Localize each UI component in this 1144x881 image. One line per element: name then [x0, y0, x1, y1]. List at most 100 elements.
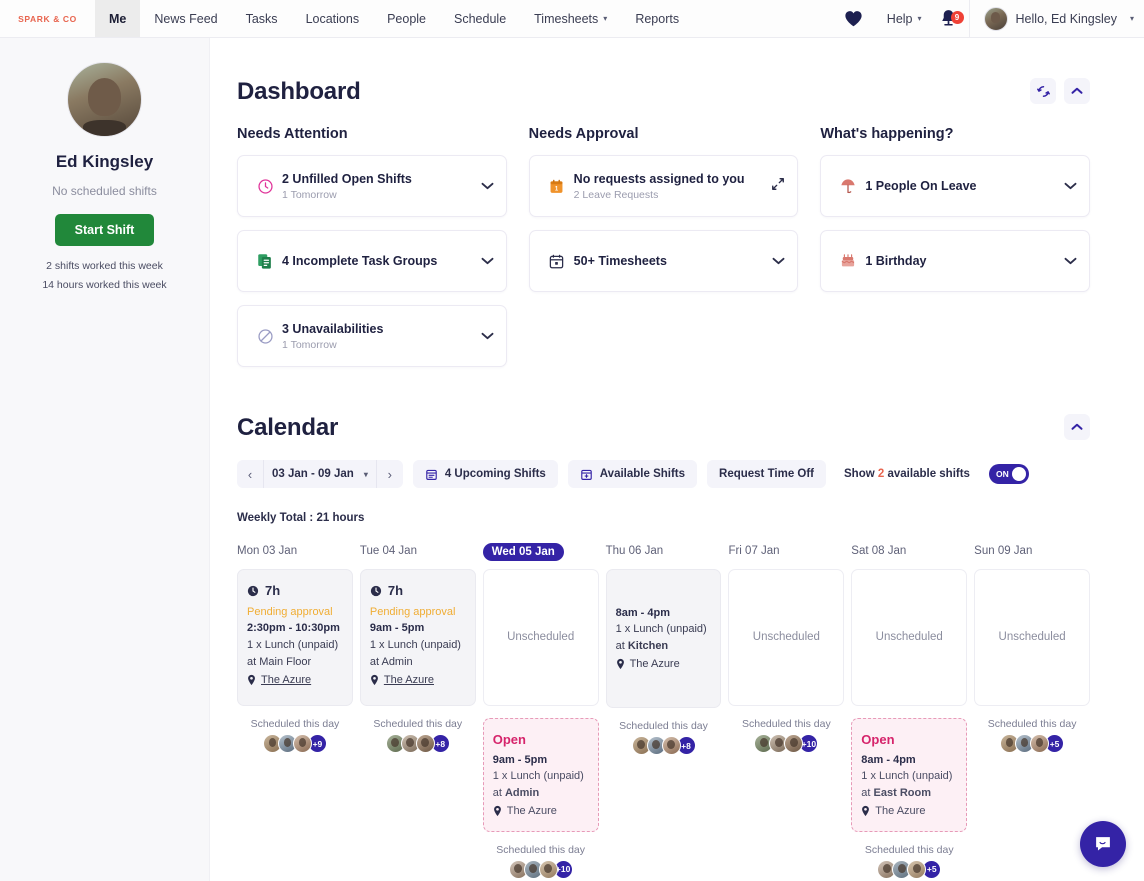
nav-item-timesheets[interactable]: Timesheets ▾ [520, 0, 621, 37]
available-shifts-label: Available Shifts [599, 468, 686, 480]
open-shift-time: 8am - 4pm [861, 753, 916, 766]
open-shift-body: 9am - 5pm 1 x Lunch (unpaid) at Admin The A… [493, 752, 589, 820]
avatar[interactable] [661, 736, 681, 755]
avatar[interactable] [1030, 734, 1050, 753]
scheduled-this-day: Scheduled this day +8 [360, 718, 476, 753]
card-incomplete-task-groups[interactable]: 4 Incomplete Task Groups [237, 230, 507, 292]
avatar[interactable] [538, 859, 558, 879]
request-time-off-button[interactable]: Request Time Off [707, 460, 827, 488]
shift-location[interactable]: The Azure [247, 672, 343, 689]
card-timesheets[interactable]: 50+ Timesheets [528, 230, 799, 292]
nav-item-schedule[interactable]: Schedule [440, 0, 520, 37]
expand-icon[interactable] [765, 177, 785, 196]
nav-item-locations[interactable]: Locations [292, 0, 374, 37]
shift-location-label: The Azure [383, 673, 434, 686]
nav-item-news-feed[interactable]: News Feed [140, 0, 231, 37]
day-header: Sat 08 Jan [851, 545, 907, 557]
shift-status: Pending approval [369, 605, 456, 618]
shift-break: 1 x Lunch (unpaid) [369, 639, 461, 652]
day-header: Mon 03 Jan [237, 545, 298, 557]
brand-logo[interactable]: SPARK & CO [0, 0, 95, 37]
shift-card-unscheduled[interactable]: Unscheduled [728, 569, 845, 706]
birthday-cake-icon [833, 252, 863, 270]
shift-card-scheduled[interactable]: 7h Pending approval 9am - 5pm 1 x Lunch (un… [359, 569, 476, 706]
shift-card-scheduled[interactable]: 8am - 4pm 1 x Lunch (unpaid) at Kitchen The… [605, 569, 722, 708]
location-pin-icon [248, 674, 255, 686]
scheduled-this-day: Scheduled this day +5 [974, 718, 1090, 753]
shift-card-unscheduled[interactable]: Unscheduled [482, 569, 599, 706]
shift-duration: 7h [370, 581, 466, 601]
card-leave-requests[interactable]: 1 No requests assigned to you 2 Leave Re… [528, 155, 799, 217]
shift-location[interactable]: The Azure [616, 656, 712, 673]
upcoming-shifts-button[interactable]: 4 Upcoming Shifts [412, 460, 558, 488]
beach-umbrella-icon [833, 177, 863, 195]
upcoming-shifts-label: 4 Upcoming Shifts [444, 468, 546, 480]
card-title: No requests assigned to you [573, 171, 745, 186]
open-shift-title: Open [861, 732, 895, 747]
shift-card-body: 8am - 4pm 1 x Lunch (unpaid) at Kitchen The… [616, 581, 712, 696]
collapse-dashboard-button[interactable] [1064, 78, 1090, 104]
card-unavailabilities[interactable]: 3 Unavailabilities 1 Tomorrow [237, 305, 507, 367]
chevron-down-icon[interactable] [766, 252, 785, 270]
refresh-button[interactable] [1030, 78, 1056, 104]
avatar[interactable] [907, 859, 927, 879]
chevron-down-icon[interactable] [475, 327, 494, 345]
available-shifts-button[interactable]: Available Shifts [567, 460, 698, 488]
shift-card-unscheduled[interactable]: Unscheduled [974, 569, 1091, 706]
chevron-down-icon[interactable] [1058, 177, 1077, 195]
avatar[interactable] [784, 734, 804, 753]
scheduled-this-day: Scheduled this day +8 [606, 720, 722, 755]
location-pin-icon [493, 806, 501, 817]
column-whats-happening: What's happening? 1 People On Leave 1 Bi… [820, 126, 1091, 380]
clock-icon [247, 585, 259, 597]
shift-card-scheduled[interactable]: 7h Pending approval 2:30pm - 10:30pm 1 x Lu… [237, 569, 353, 706]
start-shift-button[interactable]: Start Shift [54, 214, 155, 246]
shift-location[interactable]: The Azure [370, 672, 466, 689]
avatar[interactable] [292, 734, 312, 753]
notifications-button[interactable]: 9 [932, 9, 969, 28]
card-subtitle: 1 Tomorrow [282, 189, 337, 202]
favorites-button[interactable] [830, 10, 877, 27]
open-shift-location[interactable]: The Azure [861, 803, 957, 820]
shift-card-unscheduled[interactable]: Unscheduled [851, 569, 968, 706]
card-birthday[interactable]: 1 Birthday [820, 230, 1091, 292]
collapse-calendar-button[interactable] [1064, 414, 1090, 440]
shift-location-label: The Azure [261, 673, 312, 686]
nav-item-reports[interactable]: Reports [621, 0, 693, 37]
day-header-wrap: Wed 05 Jan [482, 542, 599, 561]
scheduled-this-day: Scheduled this day +10 [483, 844, 599, 879]
main-nav-items: Me News Feed Tasks Locations People Sche… [95, 0, 693, 37]
nav-item-tasks[interactable]: Tasks [232, 0, 292, 37]
chevron-down-icon[interactable] [1058, 252, 1077, 270]
date-range-selector[interactable]: 03 Jan - 09 Jan ▾ [264, 460, 376, 488]
shift-time: 2:30pm - 10:30pm [247, 622, 340, 635]
unscheduled-label: Unscheduled [875, 630, 943, 643]
shift-area: at Kitchen [615, 640, 669, 652]
shift-card-open[interactable]: Open 9am - 5pm 1 x Lunch (unpaid) at Admin T… [482, 718, 599, 832]
user-menu-button[interactable]: Hello, Ed Kingsley ▾ [968, 0, 1134, 38]
show-available-shifts-label: Show 2 available shifts [844, 468, 970, 480]
notification-badge: 9 [950, 11, 964, 24]
help-menu-button[interactable]: Help ▾ [877, 12, 932, 26]
open-shift-break: 1 x Lunch (unpaid) [861, 770, 953, 783]
avatar[interactable] [415, 734, 435, 753]
nav-item-label: Reports [635, 11, 680, 26]
avatar-group: +8 [360, 734, 476, 753]
show-available-shifts-toggle[interactable]: ON [988, 464, 1029, 484]
next-week-button[interactable]: › [377, 460, 403, 488]
chevron-down-icon[interactable] [475, 177, 494, 195]
calendar-list-icon [426, 469, 437, 480]
calendar-plus-icon [581, 469, 592, 480]
chevron-down-icon[interactable] [475, 252, 494, 270]
card-unfilled-open-shifts[interactable]: 2 Unfilled Open Shifts 1 Tomorrow [237, 155, 507, 217]
chevron-up-icon [1071, 87, 1083, 94]
nav-item-people[interactable]: People [373, 0, 440, 37]
shift-card-open[interactable]: Open 8am - 4pm 1 x Lunch (unpaid) at East R… [851, 718, 968, 832]
nav-item-me[interactable]: Me [95, 0, 141, 37]
card-people-on-leave[interactable]: 1 People On Leave [820, 155, 1091, 217]
open-shift-location[interactable]: The Azure [493, 803, 589, 820]
previous-week-button[interactable]: ‹ [237, 460, 263, 488]
card-text: No requests assigned to you 2 Leave Requ… [572, 171, 766, 202]
chat-widget-button[interactable] [1080, 821, 1126, 867]
day-header: Thu 06 Jan [605, 545, 664, 557]
